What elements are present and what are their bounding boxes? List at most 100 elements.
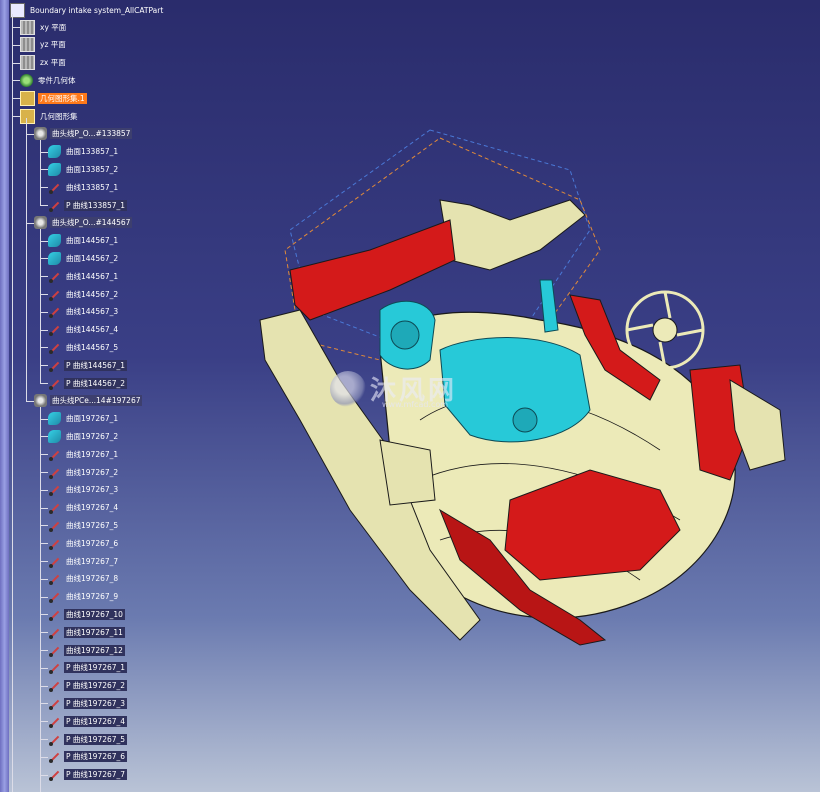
tree-item[interactable]: 曲线144567_3	[48, 304, 120, 320]
body-icon	[20, 73, 33, 87]
tree-item-label: 曲线197267_4	[66, 503, 119, 513]
tree-item[interactable]: P 曲线197267_2	[48, 678, 128, 694]
tree-item[interactable]: 曲面133857_2	[48, 161, 120, 177]
cyan-sensor	[512, 407, 538, 433]
tree-item-label: 曲面197267_1	[66, 414, 119, 424]
plane-icon	[20, 55, 35, 71]
tree-item[interactable]: P 曲线197267_7	[48, 767, 128, 783]
curve-icon	[48, 572, 61, 586]
tree-left-bar	[0, 0, 9, 792]
tree-item[interactable]: 曲头线P_O...#144567	[34, 215, 133, 231]
tree-connector	[40, 721, 48, 723]
tree-item-label: zx 平面	[40, 58, 66, 68]
tree-item-label: P 曲线133857_1	[64, 199, 128, 211]
tree-item-label: 曲线197267_8	[66, 574, 119, 584]
tree-item-label: P 曲线197267_2	[64, 680, 128, 692]
tree-connector	[40, 151, 48, 153]
tree-connector	[40, 383, 48, 384]
curve-icon	[48, 679, 61, 693]
curve-icon	[48, 270, 61, 283]
tree-item-label: 曲线197267_5	[66, 520, 119, 530]
specification-tree[interactable]: Boundary intake system_AllCATPart xy 平面 y…	[0, 0, 420, 792]
tree-item-label: P 曲线197267_4	[64, 715, 128, 727]
tree-item[interactable]: 曲线197267_1	[48, 446, 120, 462]
tree-item[interactable]: 曲线197267_3	[48, 482, 120, 498]
tree-connector	[40, 667, 48, 669]
tree-item[interactable]: 曲线197267_10	[48, 606, 125, 622]
tree-item[interactable]: P 曲线144567_2	[48, 375, 128, 391]
tree-item[interactable]: 曲面133857_1	[48, 144, 120, 160]
tree-item-label: P 曲线197267_1	[64, 662, 128, 674]
tree-item[interactable]: 曲线197267_7	[48, 553, 120, 569]
tree-item[interactable]: 曲线197267_2	[48, 464, 120, 480]
tree-item[interactable]: P 曲线197267_6	[48, 749, 128, 765]
surface-icon	[48, 234, 61, 248]
tree-item[interactable]: 曲线197267_6	[48, 535, 120, 551]
tree-connector	[40, 685, 48, 687]
tree-connector	[40, 240, 48, 242]
tree-item[interactable]: 曲面144567_1	[48, 233, 120, 249]
tree-item[interactable]: 零件几何体	[20, 72, 78, 88]
tree-item[interactable]: 曲线144567_1	[48, 268, 120, 284]
tree-item[interactable]: 曲面144567_2	[48, 250, 120, 266]
tree-item[interactable]: 曲头线PCe...14#197267	[34, 393, 143, 409]
tree-item[interactable]: 曲线197267_4	[48, 500, 120, 516]
tree-item[interactable]: 几何图形集	[20, 108, 80, 124]
tree-connector	[40, 205, 48, 206]
tree-connector	[40, 347, 48, 349]
tree-item[interactable]: 曲线197267_11	[48, 624, 125, 640]
upper-strut	[439, 199, 586, 271]
tree-connector	[12, 62, 20, 64]
tree-item[interactable]: 曲头线P_O...#133857	[34, 126, 133, 142]
curve-icon	[48, 483, 61, 497]
surface-icon	[48, 162, 61, 176]
tree-item[interactable]: zx 平面	[20, 55, 68, 71]
tree-item[interactable]: 曲面197267_2	[48, 428, 120, 444]
tree-connector	[40, 365, 48, 367]
curve-icon	[48, 323, 61, 337]
tree-item[interactable]: P 曲线197267_5	[48, 731, 128, 747]
tree-root[interactable]: Boundary intake system_AllCATPart	[10, 2, 165, 18]
tree-item-label: P 曲线144567_1	[64, 359, 128, 371]
tree-item-label: 曲线197267_2	[66, 467, 119, 477]
tree-item[interactable]: 曲线144567_5	[48, 339, 120, 355]
tree-item[interactable]: 曲线197267_5	[48, 517, 120, 533]
curve-icon	[48, 715, 61, 728]
feature-icon	[34, 127, 47, 141]
tree-item[interactable]: 曲线144567_2	[48, 286, 120, 302]
tree-item[interactable]: P 曲线144567_1	[48, 357, 128, 373]
tree-item[interactable]: yz 平面	[20, 37, 68, 53]
tree-item-label: 曲线197267_3	[66, 485, 119, 495]
tree-item[interactable]: 几何图形集.1	[20, 90, 87, 106]
tree-item-label: 曲线144567_3	[66, 307, 119, 317]
curve-icon	[48, 288, 61, 301]
tree-item[interactable]: 曲线197267_12	[48, 642, 125, 658]
curve-icon	[48, 750, 61, 764]
curve-icon	[48, 590, 61, 604]
tree-connector	[40, 276, 48, 278]
tree-connector	[40, 561, 48, 562]
tree-item[interactable]: P 曲线197267_4	[48, 713, 128, 729]
tree-connector	[12, 80, 20, 82]
tree-connector	[26, 400, 34, 402]
tree-connector	[40, 454, 48, 456]
plane-icon	[20, 19, 35, 35]
curve-icon	[48, 768, 61, 782]
tree-item[interactable]: 曲线133857_1	[48, 179, 120, 195]
curve-icon	[48, 466, 61, 479]
tree-connector	[12, 98, 20, 100]
tree-item[interactable]: 曲线197267_9	[48, 589, 120, 605]
tree-item[interactable]: 曲线197267_8	[48, 571, 120, 587]
tree-item[interactable]: 曲线144567_4	[48, 322, 120, 338]
tree-item[interactable]: P 曲线197267_3	[48, 695, 128, 711]
tree-item[interactable]: P 曲线197267_1	[48, 660, 128, 676]
tree-item[interactable]: 曲面197267_1	[48, 411, 120, 427]
curve-icon	[48, 199, 61, 212]
tree-connector	[40, 632, 48, 634]
tree-item[interactable]: P 曲线133857_1	[48, 197, 128, 213]
geometric-set-icon	[20, 90, 35, 106]
curve-icon	[48, 341, 61, 354]
tree-item[interactable]: xy 平面	[20, 19, 68, 35]
tree-branch-line	[12, 14, 13, 792]
tree-connector	[40, 774, 48, 776]
